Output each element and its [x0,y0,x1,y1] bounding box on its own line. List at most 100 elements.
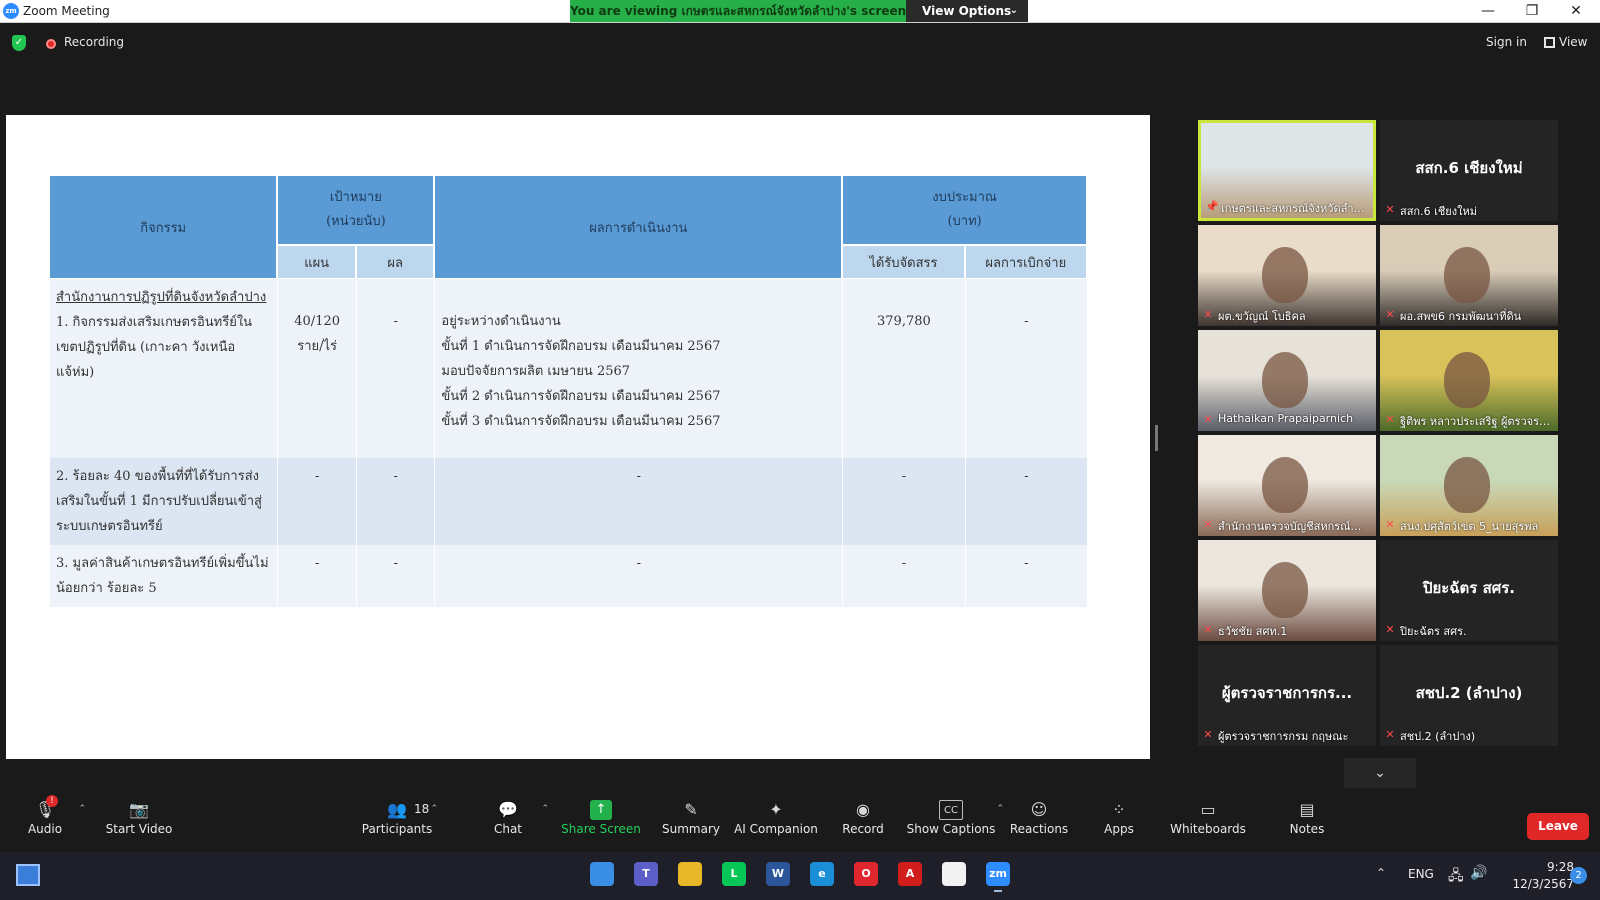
header-allocated: ได้รับจัดสรร [842,245,965,279]
allocated-cell: - [842,458,965,545]
network-icon[interactable]: 🖧 [1448,865,1464,889]
participant-tile[interactable]: ✕ ธวัชชัย สศท.1 [1198,540,1376,641]
plan-cell: - [277,458,356,545]
notes-icon: ▤ [1299,800,1315,819]
opera-icon[interactable]: O [854,862,878,886]
chevron-down-icon: ⌄ [1009,5,1018,16]
header-target-title: เป้าหมาย [329,190,382,205]
participant-display-name: ปิยะฉัตร สศร. [1422,579,1516,597]
windows-start-icon[interactable] [590,862,614,886]
notes-button[interactable]: ▤ Notes [1262,796,1352,846]
activity-cell: 3. มูลค่าสินค้าเกษตรอินทรีย์เพิ่มขึ้นไม่… [49,545,278,607]
tray-overflow-icon[interactable]: ⌃ [1376,866,1386,880]
title-bar: zm Zoom Meeting You are viewing เกษตรและ… [0,0,1600,23]
recording-label[interactable]: Recording [64,35,124,49]
acrobat-icon[interactable]: A [898,862,922,886]
participant-tile[interactable]: 📌 เกษตรและสหกรณ์จังหวัดลำปาง [1198,120,1376,221]
participant-tile[interactable]: ✕ฐิติพร หลาวประเสริฐ ผู้ตรวจราชการ [1380,330,1558,431]
encryption-shield-icon[interactable]: ✓ [12,35,26,51]
participant-tile[interactable]: ✕ สนง.ปศุสัตว์เขต 5_นายสุรพล [1380,435,1558,536]
view-options-button[interactable]: View Options ⌄ [906,0,1028,22]
participant-silhouette [1262,457,1308,513]
participant-tile[interactable]: สสก.6 เชียงใหม่ ✕ สสก.6 เชียงใหม่ [1380,120,1558,221]
record-button[interactable]: ◉ Record [818,796,908,846]
share-screen-icon: ↑ [590,800,612,820]
show-captions-label: Show Captions [906,822,996,836]
line-icon[interactable]: L [722,862,746,886]
share-screen-button[interactable]: ↑ Share Screen [556,796,646,846]
participant-silhouette [1262,352,1308,408]
chevron-down-icon[interactable]: ⌄ [1344,758,1416,788]
teams-icon[interactable]: T [634,862,658,886]
start-video-button[interactable]: 📷 Start Video [94,796,184,846]
allocated-cell: 379,780 [842,279,965,458]
header-outcome: ผล [355,245,435,279]
panel-resize-handle[interactable] [1155,425,1158,451]
reactions-button[interactable]: ☺ Reactions [994,796,1084,846]
participant-name: เกษตรและสหกรณ์จังหวัดลำปาง [1221,202,1369,215]
view-button[interactable]: View [1559,35,1587,49]
share-screen-label: Share Screen [561,822,641,836]
file-explorer-icon[interactable] [678,862,702,886]
participant-silhouette [1262,562,1308,618]
chevron-up-icon[interactable]: ⌃ [78,804,86,814]
closed-captions-icon: CC [939,800,963,820]
share-banner: You are viewing เกษตรและสหกรณ์จังหวัดลำป… [570,0,906,22]
shared-screen: กิจกรรม เป้าหมาย (หน่วยนับ) ผลการดำเนินง… [6,115,1150,759]
disbursed-cell: - [964,545,1087,607]
participant-display-name: ผู้ตรวจราชการกร... [1221,684,1353,702]
whiteboard-icon: ▭ [1200,800,1216,819]
participants-label: Participants [361,822,433,836]
outcome-cell: - [355,458,435,545]
header-result: ผลการดำเนินงาน [434,175,843,279]
header-activity: กิจกรรม [49,175,278,279]
whiteboards-button[interactable]: ▭ Whiteboards [1163,796,1253,846]
clock-time[interactable]: 9:28 [1534,860,1574,874]
participant-tile[interactable]: ✕ ผอ.สพข6 กรมพัฒนาที่ดิน [1380,225,1558,326]
summary-button[interactable]: ✎ Summary [646,796,736,846]
notepad-icon[interactable] [942,862,966,886]
windows-taskbar: T L We O Azm ⌃ ENG 🖧 🔊 9:28 12/3/2567 2 [0,852,1600,900]
activity-text: 1. กิจกรรมส่งเสริมเกษตรอินทรีย์ในเขตปฏิร… [56,315,253,380]
participant-tile[interactable]: ปิยะฉัตร สศร. ✕ ปิยะฉัตร สศร. [1380,540,1558,641]
result-cell: - [434,458,843,545]
allocated-cell: - [842,545,965,607]
leave-button[interactable]: Leave [1527,813,1589,840]
result-line: ขั้นที่ 1 ดำเนินการจัดฝึกอบรม เดือนมีนาค… [441,339,721,354]
zoom-icon[interactable]: zm [986,862,1010,892]
language-indicator[interactable]: ENG [1408,867,1434,881]
edge-icon[interactable]: e [810,862,834,886]
view-icon[interactable] [1544,37,1555,48]
audio-button[interactable]: 🎙 Audio ⌃ [0,796,90,846]
record-icon: ◉ [856,800,870,819]
chat-button[interactable]: 💬 Chat ⌃ [463,796,553,846]
close-button[interactable]: ✕ [1553,0,1599,22]
minimize-button[interactable]: — [1465,0,1511,22]
participant-tile[interactable]: ผู้ตรวจราชการกร... ✕ ผู้ตรวจราชการกรม กฤษณ… [1198,645,1376,746]
maximize-button[interactable]: ❐ [1509,0,1555,22]
participant-tile[interactable]: ✕ สำนักงานตรวจบัญชีสหกรณ์ลำปาง [1198,435,1376,536]
recording-icon[interactable] [46,39,56,49]
word-icon[interactable]: W [766,862,790,886]
notification-badge[interactable]: 2 [1570,867,1587,884]
video-off-icon: 📷 [129,800,149,819]
sign-in-link[interactable]: Sign in [1486,35,1527,49]
participant-tile[interactable]: ✕ Hathaikan Prapaiparnich [1198,330,1376,431]
task-view-icon[interactable] [16,864,40,886]
show-captions-button[interactable]: CC Show Captions ⌃ [906,796,1004,846]
result-cell: - [434,545,843,607]
ai-companion-button[interactable]: ✦ AI Companion [731,796,821,846]
participant-silhouette [1262,247,1308,303]
reactions-label: Reactions [1009,822,1069,836]
summary-icon: ✎ [684,800,698,819]
chevron-up-icon[interactable]: ⌃ [541,804,549,814]
participant-name: สำนักงานตรวจบัญชีสหกรณ์ลำปาง [1218,520,1372,533]
participant-name: ปิยะฉัตร สศร. [1400,625,1467,638]
participant-tile[interactable]: ✕ ผต.ขวัญณ์ โบธิคล [1198,225,1376,326]
chevron-up-icon[interactable]: ⌃ [430,804,438,814]
participant-tile[interactable]: สชป.2 (ลำปาง) ✕ สชป.2 (ลำปาง) [1380,645,1558,746]
apps-button[interactable]: ⁘ Apps [1074,796,1164,846]
volume-icon[interactable]: 🔊 [1470,865,1487,881]
result-line: อยู่ระหว่างดำเนินงาน [441,314,561,329]
clock-date[interactable]: 12/3/2567 [1500,877,1574,891]
